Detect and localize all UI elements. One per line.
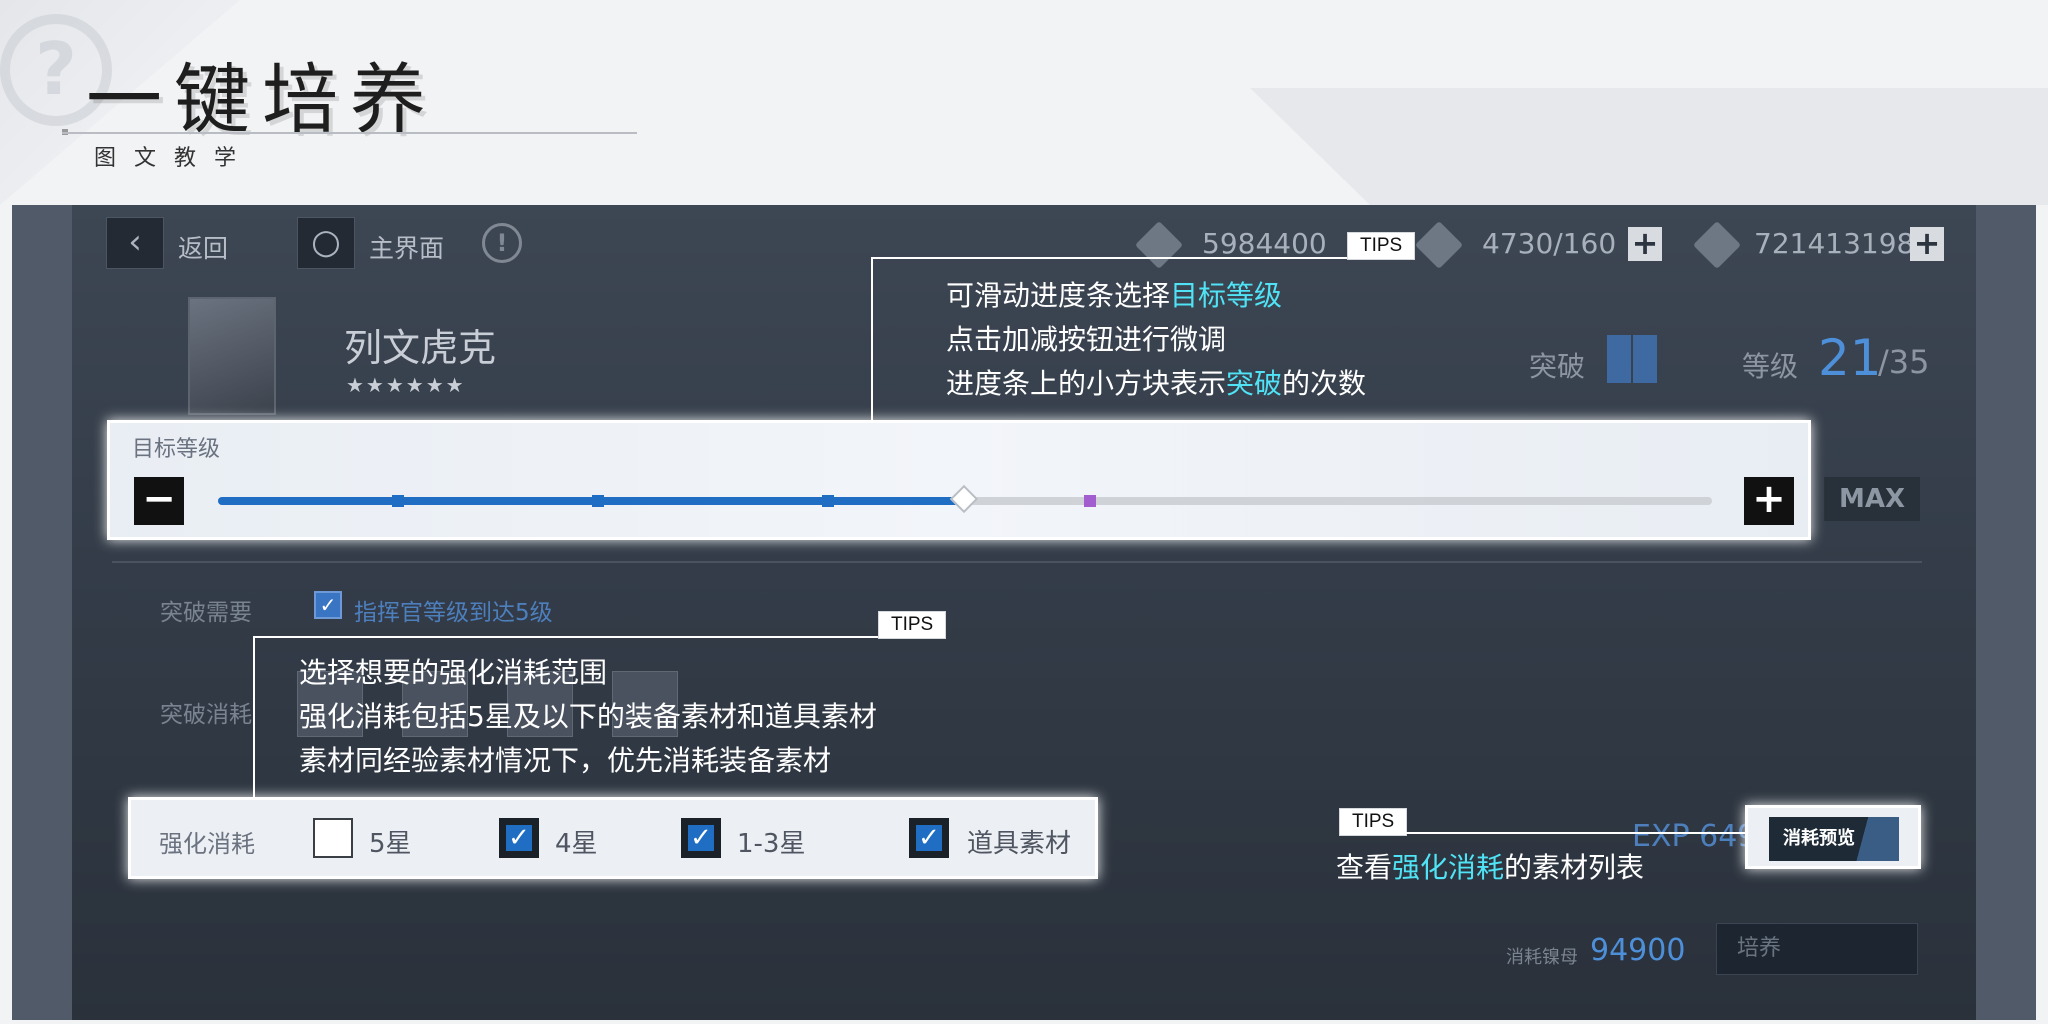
consume-4star-checkbox[interactable]: ✓ (499, 818, 539, 858)
resource-2-value: 4730/160 (1482, 227, 1617, 260)
header-background-band (1250, 88, 2048, 205)
break-cost-label: 突破消耗 (160, 702, 252, 728)
consume-option-label: 4星 (555, 829, 598, 859)
consume-option-label: 5星 (369, 829, 412, 859)
panel-side-band-left (12, 205, 72, 1020)
tip-line: 素材同经验素材情况下，优先消耗装备素材 (299, 744, 832, 777)
resource-3-icon (1692, 220, 1742, 270)
home-label: 主界面 (369, 234, 445, 263)
preview-panel: 消耗预览 (1745, 805, 1921, 869)
consume-1-3star-checkbox[interactable]: ✓ (681, 818, 721, 858)
consume-option-label: 1-3星 (737, 829, 806, 859)
break-marker (822, 495, 834, 507)
break-need-check: ✓ (314, 591, 342, 619)
callout-line (871, 257, 1347, 259)
page-subtitle: 图文教学 (94, 146, 255, 171)
callout-line (1405, 832, 1745, 834)
tip-line: 强化消耗包括5星及以下的装备素材和道具素材 (299, 700, 877, 733)
back-label: 返回 (178, 234, 229, 263)
break-marker-future (1084, 495, 1096, 507)
callout-line (253, 636, 255, 797)
consume-preview-button[interactable]: 消耗预览 (1769, 817, 1899, 861)
panel-side-band-right (1976, 205, 2036, 1020)
divider (112, 561, 1922, 563)
tip-preview-text: 查看强化消耗的素材列表 (1336, 851, 1645, 884)
check-icon: ✓ (918, 823, 940, 853)
consume-option-label: 道具素材 (967, 829, 1072, 859)
character-name: 列文虎克 (344, 326, 497, 370)
minus-button[interactable]: − (134, 477, 184, 525)
tip-line: 进度条上的小方块表示突破的次数 (946, 367, 1367, 400)
callout-line (253, 636, 878, 638)
resource-1-icon (1134, 220, 1184, 270)
tip-line: 选择想要的强化消耗范围 (299, 656, 608, 689)
character-stars: ★★★★★★ (346, 373, 466, 397)
resource-2-add-button[interactable]: + (1628, 227, 1662, 261)
consume-label: 强化消耗 (159, 830, 255, 858)
resource-3-add-button[interactable]: + (1910, 227, 1944, 261)
home-button[interactable]: ○ (297, 217, 355, 269)
level-slider-thumb[interactable] (949, 484, 979, 514)
tip-slider-text: 可滑动进度条选择目标等级 点击加减按钮进行微调 进度条上的小方块表示突破的次数 (946, 274, 1366, 406)
consume-5star-checkbox[interactable] (313, 818, 353, 858)
break-marker (592, 495, 604, 507)
circle-icon: ○ (311, 222, 341, 262)
tips-tag: TIPS (1339, 808, 1408, 836)
alert-icon[interactable]: ! (482, 223, 522, 263)
plus-button[interactable]: + (1744, 477, 1794, 525)
check-icon: ✓ (508, 823, 530, 853)
target-level-label: 目标等级 (132, 437, 221, 462)
break-need-label: 突破需要 (160, 600, 252, 626)
tip-consume-text: 选择想要的强化消耗范围 强化消耗包括5星及以下的装备素材和道具素材 素材同经验素… (299, 651, 877, 783)
level-label: 等级 (1742, 350, 1799, 383)
callout-line (871, 257, 873, 420)
break-marker (392, 495, 404, 507)
title-rule (62, 132, 637, 134)
cultivate-button[interactable]: 培养 (1716, 923, 1918, 975)
cost-label: 消耗镍母 (1506, 947, 1578, 968)
tips-tag: TIPS (1347, 232, 1416, 260)
resource-3-value: 721413198 (1754, 227, 1915, 260)
level-max: /35 (1878, 343, 1930, 381)
chevron-left-icon: ‹ (128, 222, 142, 262)
check-icon: ✓ (690, 823, 712, 853)
level-current: 21 (1818, 329, 1882, 387)
tips-tag: TIPS (878, 611, 947, 639)
back-button[interactable]: ‹ (106, 217, 164, 269)
tip-line: 可滑动进度条选择目标等级 (946, 279, 1283, 312)
cost-value: 94900 (1590, 933, 1686, 968)
tip-line: 点击加减按钮进行微调 (946, 323, 1227, 356)
target-level-panel: 目标等级 − + (107, 420, 1811, 540)
character-portrait[interactable] (188, 297, 276, 415)
max-button[interactable]: MAX (1824, 477, 1920, 521)
resource-2-icon (1414, 220, 1464, 270)
resource-1-value: 5984400 (1202, 227, 1327, 260)
break-label: 突破 (1529, 350, 1586, 383)
consume-items-checkbox[interactable]: ✓ (909, 818, 949, 858)
break-icon (1607, 335, 1657, 383)
consume-options-panel: 强化消耗 5星 ✓ 4星 ✓ 1-3星 ✓ 道具素材 (128, 797, 1098, 879)
break-need-item: 指挥官等级到达5级 (354, 600, 553, 626)
